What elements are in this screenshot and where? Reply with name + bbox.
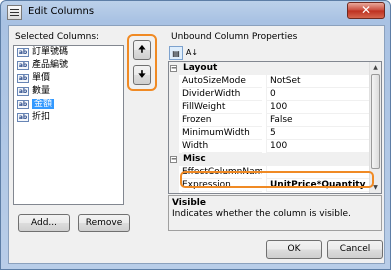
edit-columns-dialog: Edit Columns ✕ Selected Columns: ab 訂單號碼…	[0, 0, 391, 270]
property-row[interactable]: DividerWidth 0	[179, 88, 373, 101]
collapse-icon[interactable]: −	[170, 156, 177, 163]
column-label: 產品編號	[32, 60, 69, 70]
scroll-up-icon[interactable]: ▲	[370, 62, 381, 73]
category-label: Layout	[183, 63, 218, 73]
column-icon: ab	[17, 87, 29, 96]
list-item[interactable]: ab 產品編號	[14, 59, 123, 72]
column-icon: ab	[17, 74, 29, 83]
property-name: FillWeight	[182, 101, 262, 114]
property-value[interactable]: 100	[266, 101, 373, 114]
property-name: DividerWidth	[182, 88, 262, 101]
column-label: 單價	[32, 73, 51, 83]
selected-columns-label: Selected Columns:	[15, 32, 100, 42]
property-row[interactable]: FillWeight 100	[179, 101, 373, 114]
list-item-selected[interactable]: ab 金額	[14, 98, 123, 111]
grid-gutter	[169, 62, 179, 193]
property-row[interactable]: AutoSizeMode NotSet	[179, 75, 373, 88]
ok-button[interactable]: OK	[266, 240, 322, 259]
column-label: 數量	[32, 86, 51, 96]
list-item[interactable]: ab 數量	[14, 85, 123, 98]
move-down-button[interactable]: 🠋	[133, 65, 151, 85]
property-value[interactable]: 100	[266, 140, 373, 153]
description-text: Indicates whether the column is visible.	[172, 209, 351, 219]
add-button[interactable]: Add...	[18, 214, 70, 232]
column-label: 折扣	[32, 112, 51, 122]
property-value[interactable]: 5	[266, 127, 373, 140]
collapse-icon[interactable]: −	[170, 65, 177, 72]
property-name: Width	[182, 140, 262, 153]
property-name: Frozen	[182, 114, 262, 127]
property-value[interactable]: 0	[266, 88, 373, 101]
dialog-body: Selected Columns: ab 訂單號碼 ab 產品編號 ab 單價 …	[8, 25, 385, 264]
categorized-view-icon[interactable]: ▤	[169, 46, 183, 60]
category-label: Misc	[183, 154, 206, 164]
property-value[interactable]: False	[266, 114, 373, 127]
column-icon: ab	[17, 113, 29, 122]
column-icon: ab	[17, 61, 29, 70]
window-title: Edit Columns	[28, 6, 95, 17]
list-item[interactable]: ab 單價	[14, 72, 123, 85]
move-up-button[interactable]: 🠉	[133, 40, 151, 60]
property-row[interactable]: MinimumWidth 5	[179, 127, 373, 140]
list-item[interactable]: ab 折扣	[14, 111, 123, 124]
property-name: AutoSizeMode	[182, 75, 262, 88]
dialog-icon	[7, 5, 22, 20]
alphabetical-sort-icon[interactable]: A↓	[185, 46, 199, 60]
close-button[interactable]: ✕	[347, 2, 385, 19]
description-title: Visible	[172, 198, 206, 208]
category-misc[interactable]: − Misc	[169, 153, 369, 166]
property-value[interactable]: NotSet	[266, 75, 373, 88]
property-row[interactable]: Width 100	[179, 140, 373, 153]
category-layout[interactable]: − Layout	[169, 62, 369, 75]
remove-button[interactable]: Remove	[78, 214, 130, 232]
expression-highlight	[180, 171, 374, 188]
scroll-thumb[interactable]	[371, 74, 380, 169]
property-description: Visible Indicates whether the column is …	[168, 195, 382, 231]
column-label: 金額	[32, 99, 55, 109]
column-icon: ab	[17, 100, 29, 109]
list-item[interactable]: ab 訂單號碼	[14, 46, 123, 59]
property-name: MinimumWidth	[182, 127, 262, 140]
property-row[interactable]: Frozen False	[179, 114, 373, 127]
selected-columns-list[interactable]: ab 訂單號碼 ab 產品編號 ab 單價 ab 數量 ab 金額 ab 折扣	[13, 45, 124, 205]
title-bar[interactable]: Edit Columns ✕	[1, 1, 390, 25]
property-toolbar: ▤ A↓	[168, 45, 382, 61]
column-label: 訂單號碼	[32, 47, 69, 57]
cancel-button[interactable]: Cancel	[327, 240, 383, 259]
properties-label: Unbound Column Properties	[171, 32, 298, 42]
column-icon: ab	[17, 48, 29, 57]
